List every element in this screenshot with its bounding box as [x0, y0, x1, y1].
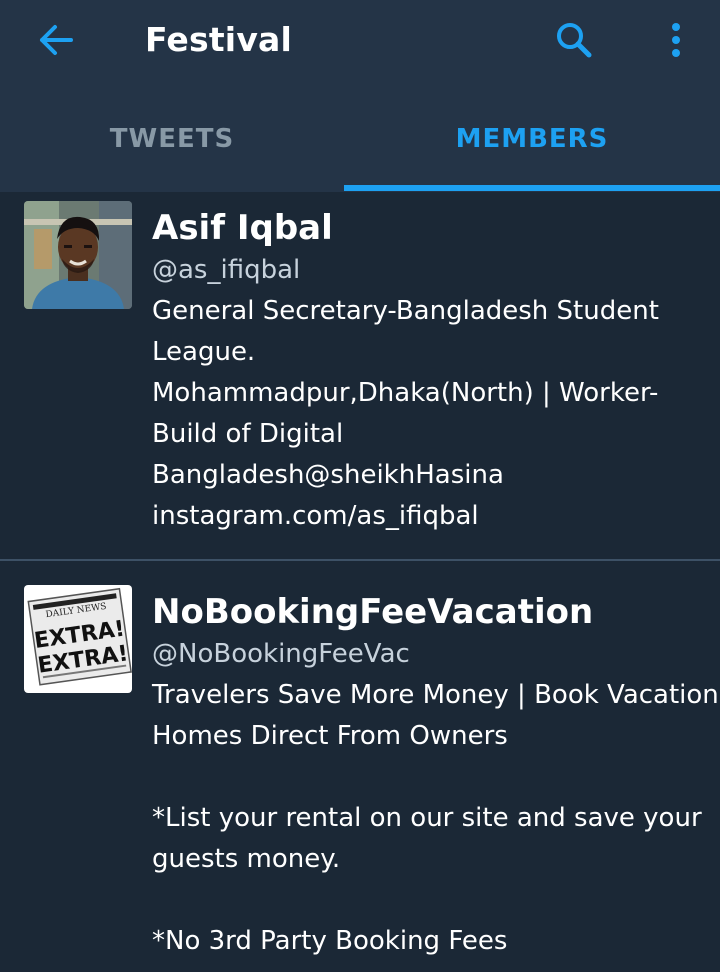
tab-members[interactable]: MEMBERS [344, 100, 720, 188]
tab-tweets-label: TWEETS [109, 124, 235, 154]
avatar[interactable] [24, 201, 132, 309]
member-bio: Travelers Save More Money | Book Vacatio… [152, 675, 719, 962]
bio-line: Homes Direct From Owners [152, 721, 508, 751]
bio-line [152, 757, 704, 798]
member-handle: @as_ifiqbal [152, 255, 301, 285]
bio-line: instagram.com/as_ifiqbal [152, 501, 479, 531]
member-list-item[interactable]: DAILY NEWS EXTRA! EXTRA! NoBookingFeeVac… [0, 560, 720, 972]
app-bar: Festival TWEETS MEMBERS [0, 0, 720, 192]
tab-tweets[interactable]: TWEETS [0, 100, 344, 188]
bio-line [152, 880, 704, 921]
tab-members-label: MEMBERS [455, 124, 609, 154]
bio-line: Build of Digital [152, 419, 344, 449]
member-name[interactable]: NoBookingFeeVacation [152, 592, 593, 632]
avatar[interactable]: DAILY NEWS EXTRA! EXTRA! [24, 585, 132, 693]
search-icon [557, 23, 592, 58]
active-tab-indicator [344, 185, 720, 191]
bio-line: Travelers Save More Money | Book Vacatio… [152, 680, 719, 710]
bio-line: League. [152, 337, 256, 367]
arrow-left-icon [40, 25, 73, 55]
more-vertical-icon [672, 23, 680, 57]
bio-line: General Secretary-Bangladesh Student [152, 296, 659, 326]
overflow-menu-button[interactable] [660, 18, 692, 62]
member-handle: @NoBookingFeeVac [152, 639, 410, 669]
bio-line: Mohammadpur,Dhaka(North) | Worker- [152, 378, 659, 408]
back-button[interactable] [36, 22, 76, 58]
bio-line: *No 3rd Party Booking Fees [152, 926, 508, 956]
page-title: Festival [145, 20, 293, 59]
bio-line: Bangladesh@sheikhHasina [152, 460, 504, 490]
member-name[interactable]: Asif Iqbal [152, 208, 333, 248]
member-bio: General Secretary-Bangladesh Student Lea… [152, 291, 704, 537]
search-button[interactable] [552, 20, 596, 60]
bio-line: *List your rental on our site and save y… [152, 803, 702, 833]
member-list-item[interactable]: Asif Iqbal @as_ifiqbal General Secretary… [0, 192, 720, 559]
bio-line: guests money. [152, 844, 341, 874]
